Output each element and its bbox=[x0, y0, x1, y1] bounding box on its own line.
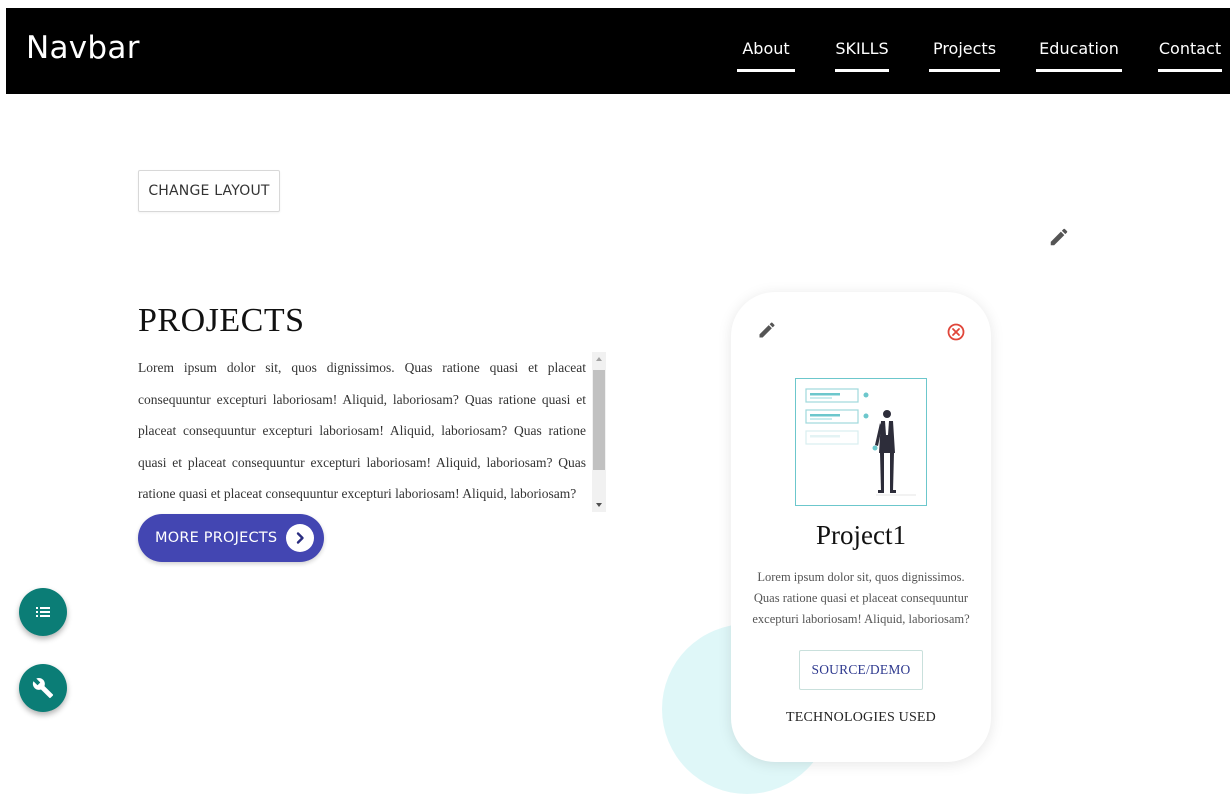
pencil-icon[interactable] bbox=[1048, 226, 1070, 248]
nav-link-about[interactable]: About bbox=[737, 8, 795, 94]
nav-link-contact[interactable]: Contact bbox=[1158, 8, 1222, 94]
nav-link-education[interactable]: Education bbox=[1036, 8, 1122, 94]
scrollbar[interactable] bbox=[592, 352, 606, 512]
card-description: Lorem ipsum dolor sit, quos dignissimos.… bbox=[752, 570, 970, 626]
section-title: PROJECTS bbox=[138, 302, 305, 339]
list-icon bbox=[36, 607, 50, 617]
more-projects-label: MORE PROJECTS bbox=[155, 530, 278, 546]
source-demo-button[interactable]: SOURCE/DEMO bbox=[799, 650, 923, 690]
change-layout-button[interactable]: CHANGE LAYOUT bbox=[138, 170, 280, 212]
project-illustration bbox=[795, 378, 927, 506]
projects-description-box[interactable]: Lorem ipsum dolor sit, quos dignissimos.… bbox=[138, 352, 606, 512]
technologies-heading: TECHNOLOGIES USED bbox=[785, 710, 936, 725]
scroll-up-arrow[interactable] bbox=[596, 357, 602, 361]
scroll-down-arrow[interactable] bbox=[596, 503, 602, 507]
tools-fab-button[interactable] bbox=[19, 664, 67, 712]
nav-link-skills[interactable]: SKILLS bbox=[835, 8, 889, 94]
nav-links: About SKILLS Projects Education Contact bbox=[737, 8, 1230, 94]
nav-link-projects[interactable]: Projects bbox=[929, 8, 1000, 94]
wrench-icon bbox=[32, 678, 54, 699]
projects-description: Lorem ipsum dolor sit, quos dignissimos.… bbox=[138, 360, 586, 501]
scroll-thumb[interactable] bbox=[593, 370, 605, 470]
navbar: Navbar About SKILLS Projects Education C… bbox=[6, 8, 1230, 94]
pencil-icon[interactable] bbox=[757, 320, 777, 340]
card-title: Project1 bbox=[816, 520, 906, 550]
list-fab-button[interactable] bbox=[19, 588, 67, 636]
more-projects-button[interactable]: MORE PROJECTS bbox=[138, 514, 324, 562]
project-card: Project1 Lorem ipsum dolor sit, quos dig… bbox=[731, 292, 991, 762]
close-circle-icon[interactable] bbox=[946, 322, 966, 342]
chevron-right-icon bbox=[286, 524, 314, 552]
navbar-brand[interactable]: Navbar bbox=[26, 30, 140, 66]
